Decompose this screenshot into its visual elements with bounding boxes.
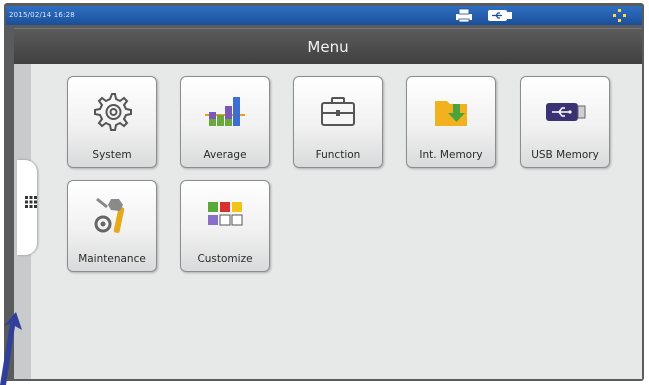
folder-download-icon bbox=[435, 101, 467, 126]
usb-memory-button[interactable]: USB Memory bbox=[520, 76, 610, 168]
status-datetime: 2015/02/14 16:28 bbox=[9, 11, 75, 19]
status-bar: 2015/02/14 16:28 bbox=[6, 6, 642, 25]
grid-menu-icon[interactable] bbox=[25, 196, 37, 208]
system-label: System bbox=[92, 149, 132, 161]
customize-label: Customize bbox=[197, 253, 253, 265]
function-label: Function bbox=[315, 149, 361, 161]
average-button[interactable]: Average bbox=[180, 76, 270, 168]
int-memory-label: Int. Memory bbox=[419, 149, 483, 161]
function-button[interactable]: Function bbox=[293, 76, 383, 168]
printer-icon bbox=[456, 8, 472, 23]
int-memory-button[interactable]: Int. Memory bbox=[406, 76, 496, 168]
system-button[interactable]: System bbox=[67, 76, 157, 168]
toolbox-icon bbox=[321, 97, 355, 126]
usb-drive-icon bbox=[546, 103, 586, 121]
maintenance-label: Maintenance bbox=[78, 253, 146, 265]
color-grid-icon bbox=[208, 202, 243, 226]
annotation-arrow bbox=[0, 312, 22, 385]
usb-memory-label: USB Memory bbox=[531, 149, 599, 161]
title-bar: Menu bbox=[14, 28, 642, 65]
tools-icon bbox=[94, 197, 125, 233]
average-label: Average bbox=[203, 149, 247, 161]
maintenance-button[interactable]: Maintenance bbox=[67, 180, 157, 272]
network-icon bbox=[613, 9, 626, 22]
bar-chart-icon bbox=[205, 97, 245, 126]
page-title: Menu bbox=[307, 38, 349, 56]
gear-icon bbox=[94, 93, 132, 131]
customize-button[interactable]: Customize bbox=[180, 180, 270, 272]
usb-icon bbox=[488, 10, 512, 21]
